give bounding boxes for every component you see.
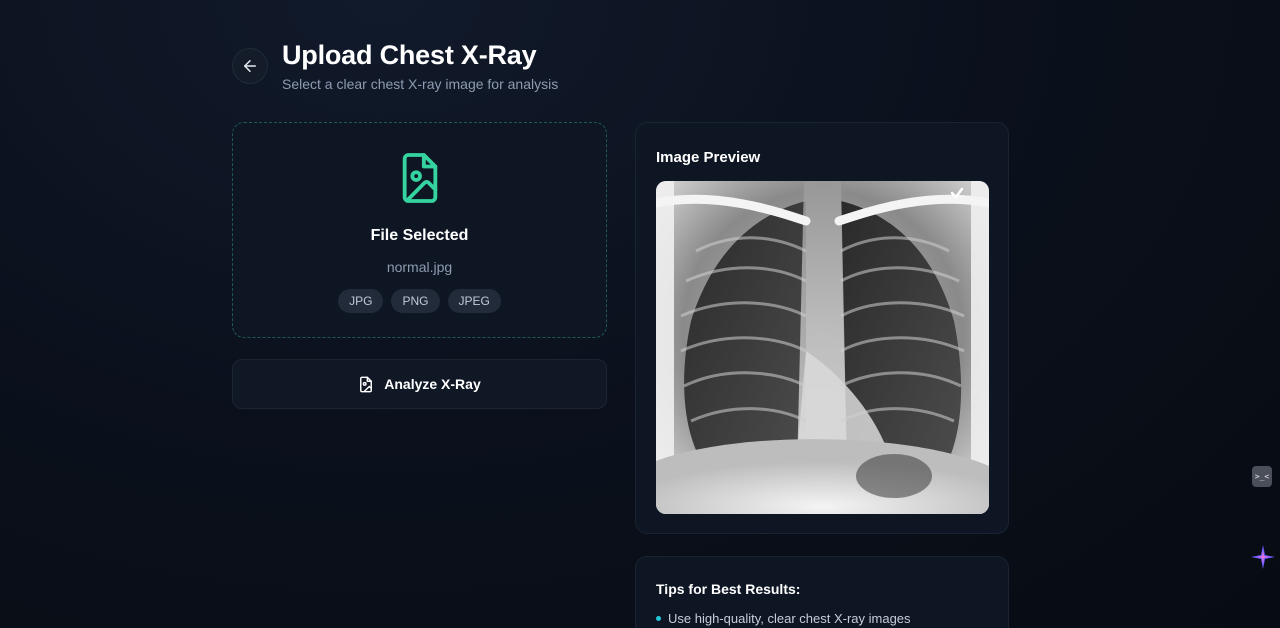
analyze-button[interactable]: Analyze X-Ray — [232, 359, 607, 409]
format-list: JPG PNG JPEG — [338, 289, 501, 313]
file-image-icon — [402, 153, 437, 203]
image-preview-card: Image Preview — [635, 122, 1009, 534]
format-chip-jpg: JPG — [338, 289, 384, 313]
page-title: Upload Chest X-Ray — [282, 40, 537, 70]
file-status: File Selected — [370, 227, 469, 244]
format-chip-jpeg: JPEG — [447, 289, 501, 313]
tips-card: Tips for Best Results: Use high-quality,… — [635, 556, 1009, 628]
page-subtitle: Select a clear chest X-ray image for ana… — [282, 76, 559, 92]
upload-dropzone[interactable]: File Selected normal.jpg JPG PNG JPEG — [232, 122, 607, 338]
xray-preview-image — [656, 181, 989, 514]
tip-item: Use high-quality, clear chest X-ray imag… — [656, 611, 911, 626]
arrow-left-icon — [244, 60, 256, 72]
xray-image — [656, 181, 989, 514]
terminal-icon: >_< — [1254, 472, 1270, 481]
tip-text: Use high-quality, clear chest X-ray imag… — [668, 611, 911, 626]
back-button[interactable] — [232, 48, 268, 84]
tips-title: Tips for Best Results: — [656, 581, 801, 597]
analyze-button-label: Analyze X-Ray — [384, 376, 481, 392]
bullet-icon — [656, 616, 661, 621]
format-chip-png: PNG — [391, 289, 440, 313]
file-name: normal.jpg — [386, 259, 453, 275]
file-scan-icon — [360, 376, 373, 392]
upload-page: Upload Chest X-Ray Select a clear chest … — [0, 0, 1280, 628]
terminal-widget-button[interactable]: >_< — [1252, 466, 1272, 487]
preview-title: Image Preview — [656, 149, 761, 166]
sparkle-icon[interactable] — [1250, 544, 1276, 570]
